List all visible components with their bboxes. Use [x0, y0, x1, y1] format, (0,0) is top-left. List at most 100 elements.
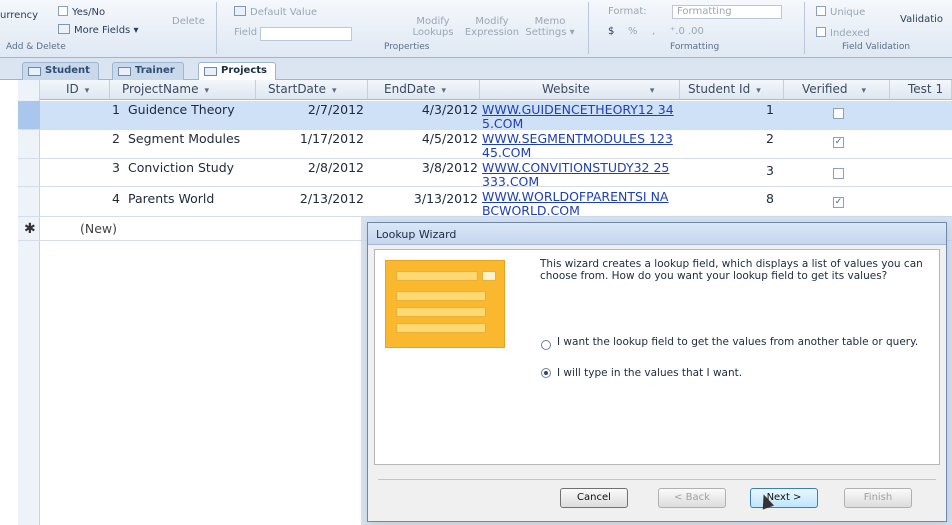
cell-website[interactable]: WWW.WORLDOFPARENTSI NABCWORLD.COM — [478, 188, 680, 217]
option-type-values-radio[interactable] — [541, 368, 551, 378]
tab-projects[interactable]: Projects — [198, 62, 277, 81]
sort-arrow-icon[interactable]: ▾ — [442, 86, 447, 96]
illustration-dropdown — [482, 271, 496, 281]
sort-arrow-icon[interactable]: ▾ — [756, 86, 761, 96]
yesno-button[interactable]: Yes/No — [58, 6, 105, 18]
row-selector-column[interactable] — [18, 80, 40, 525]
sort-arrow-icon[interactable]: ▾ — [862, 86, 867, 96]
header-label: Website — [542, 82, 590, 96]
default-value-button[interactable]: Default Value — [234, 6, 317, 18]
tab-trainer[interactable]: Trainer — [112, 62, 184, 80]
lookup-wizard-dialog: Lookup Wizard This wizard creates a look… — [367, 222, 947, 522]
cell-startdate[interactable]: 2/8/2012 — [256, 159, 368, 177]
cancel-button[interactable]: Cancel — [560, 488, 628, 508]
memo-settings-button[interactable]: Memo Settings ▾ — [524, 16, 576, 38]
cell-studentid[interactable]: 1 — [680, 101, 778, 119]
unique-checkbox[interactable]: Unique — [816, 6, 865, 18]
verified-checkbox[interactable]: ✓ — [833, 137, 844, 148]
option-type-values-label[interactable]: I will type in the values that I want. — [557, 367, 927, 379]
dialog-body: This wizard creates a lookup field, whic… — [374, 249, 940, 465]
sort-arrow-icon[interactable]: ▾ — [332, 86, 337, 96]
new-record-cell[interactable]: (New) — [76, 220, 136, 238]
ribbon-separator — [588, 2, 589, 54]
delete-button[interactable]: Delete — [172, 16, 205, 27]
verified-checkbox[interactable] — [833, 108, 844, 119]
cell-enddate[interactable]: 4/5/2012 — [368, 130, 482, 148]
cell-website[interactable]: WWW.GUIDENCETHEORY12 345.COM — [478, 101, 680, 130]
indexed-checkbox[interactable]: Indexed — [816, 27, 870, 39]
dialog-title[interactable]: Lookup Wizard — [368, 223, 946, 245]
cell-id[interactable]: 2 — [90, 130, 124, 148]
verified-checkbox[interactable] — [833, 168, 844, 179]
decimal-buttons[interactable]: ⁺.0 .00 — [670, 26, 704, 37]
cell-studentid[interactable]: 2 — [680, 130, 778, 148]
cell-id[interactable]: 4 — [90, 190, 124, 208]
column-header-id[interactable]: ID ▾ — [40, 80, 110, 100]
cell-startdate[interactable]: 2/7/2012 — [256, 101, 368, 119]
option-another-table-radio[interactable] — [541, 340, 551, 350]
cell-studentid[interactable]: 3 — [680, 162, 778, 180]
ribbon: urrency Yes/No More Fields ▾ Delete Add … — [0, 0, 952, 58]
new-record-icon: ✱ — [24, 221, 36, 237]
illustration-strip — [396, 291, 486, 301]
sort-arrow-icon[interactable]: ▾ — [85, 86, 90, 96]
column-header-enddate[interactable]: EndDate ▾ — [368, 80, 480, 100]
cell-enddate[interactable]: 4/3/2012 — [368, 101, 482, 119]
more-fields-label: More Fields ▾ — [74, 25, 139, 36]
more-fields-button[interactable]: More Fields ▾ — [58, 24, 138, 36]
format-dropdown[interactable]: Formatting — [672, 5, 782, 19]
checkbox-icon — [816, 27, 826, 37]
currency-button[interactable]: urrency — [0, 10, 38, 21]
formatting-group-label: Formatting — [670, 42, 720, 52]
cell-startdate[interactable]: 1/17/2012 — [256, 130, 368, 148]
properties-group-label: Properties — [384, 42, 430, 52]
field-size-input[interactable] — [260, 27, 352, 41]
finish-button[interactable]: Finish — [844, 488, 912, 508]
header-label: Verified — [802, 82, 848, 96]
cell-id[interactable]: 3 — [90, 159, 124, 177]
cell-website[interactable]: WWW.CONVITIONSTUDY32 25333.COM — [478, 159, 680, 187]
cell-projectname[interactable]: Parents World — [124, 190, 256, 208]
cell-enddate[interactable]: 3/8/2012 — [368, 159, 482, 177]
header-label: ProjectName — [122, 82, 199, 96]
cell-projectname[interactable]: Segment Modules — [124, 130, 256, 158]
cell-enddate[interactable]: 3/13/2012 — [368, 190, 482, 208]
illustration-strip — [396, 271, 478, 281]
tab-student[interactable]: Student — [22, 62, 99, 80]
verified-checkbox[interactable]: ✓ — [833, 197, 844, 208]
cell-id[interactable]: 1 — [90, 101, 124, 119]
option-another-table-label[interactable]: I want the lookup field to get the value… — [557, 336, 927, 348]
ribbon-separator — [804, 2, 805, 54]
modify-expression-button[interactable]: Modify Expression — [462, 16, 522, 38]
header-label: StartDate — [268, 82, 326, 96]
column-header-test1[interactable]: Test 1 — [890, 80, 952, 100]
cell-projectname[interactable]: Guidence Theory — [124, 101, 256, 129]
column-header-website[interactable]: Website ▾ — [480, 80, 680, 100]
column-header-startdate[interactable]: StartDate ▾ — [256, 80, 368, 100]
currency-format-button[interactable]: $ — [608, 26, 614, 37]
unique-label: Unique — [830, 7, 866, 18]
column-header-projectname[interactable]: ProjectName ▾ — [110, 80, 256, 100]
percent-format-button[interactable]: % — [628, 26, 638, 37]
cell-website[interactable]: WWW.SEGMENTMODULES 12345.COM — [478, 130, 680, 159]
tab-label: Student — [45, 65, 90, 76]
validation-button[interactable]: Validatio — [900, 14, 943, 25]
sort-arrow-icon[interactable]: ▾ — [204, 86, 209, 96]
comma-format-button[interactable]: , — [652, 26, 655, 37]
back-button[interactable]: < Back — [658, 488, 726, 508]
wizard-illustration — [385, 260, 505, 348]
dialog-description: This wizard creates a lookup field, whic… — [540, 258, 923, 282]
column-header-studentid[interactable]: Student Id ▾ — [680, 80, 784, 100]
header-label: EndDate — [384, 82, 436, 96]
cell-startdate[interactable]: 2/13/2012 — [256, 190, 368, 208]
field-validation-group-label: Field Validation — [842, 42, 911, 52]
column-header-verified[interactable]: Verified ▾ — [784, 80, 890, 100]
sort-arrow-icon[interactable]: ▾ — [650, 86, 655, 96]
table-icon — [118, 67, 131, 76]
table-icon — [204, 67, 217, 76]
modify-lookups-button[interactable]: Modify Lookups — [410, 16, 456, 38]
cell-studentid[interactable]: 8 — [680, 190, 778, 208]
add-delete-group-label: Add & Delete — [6, 42, 66, 52]
row-selector[interactable] — [18, 101, 40, 129]
cell-projectname[interactable]: Conviction Study — [124, 159, 256, 177]
